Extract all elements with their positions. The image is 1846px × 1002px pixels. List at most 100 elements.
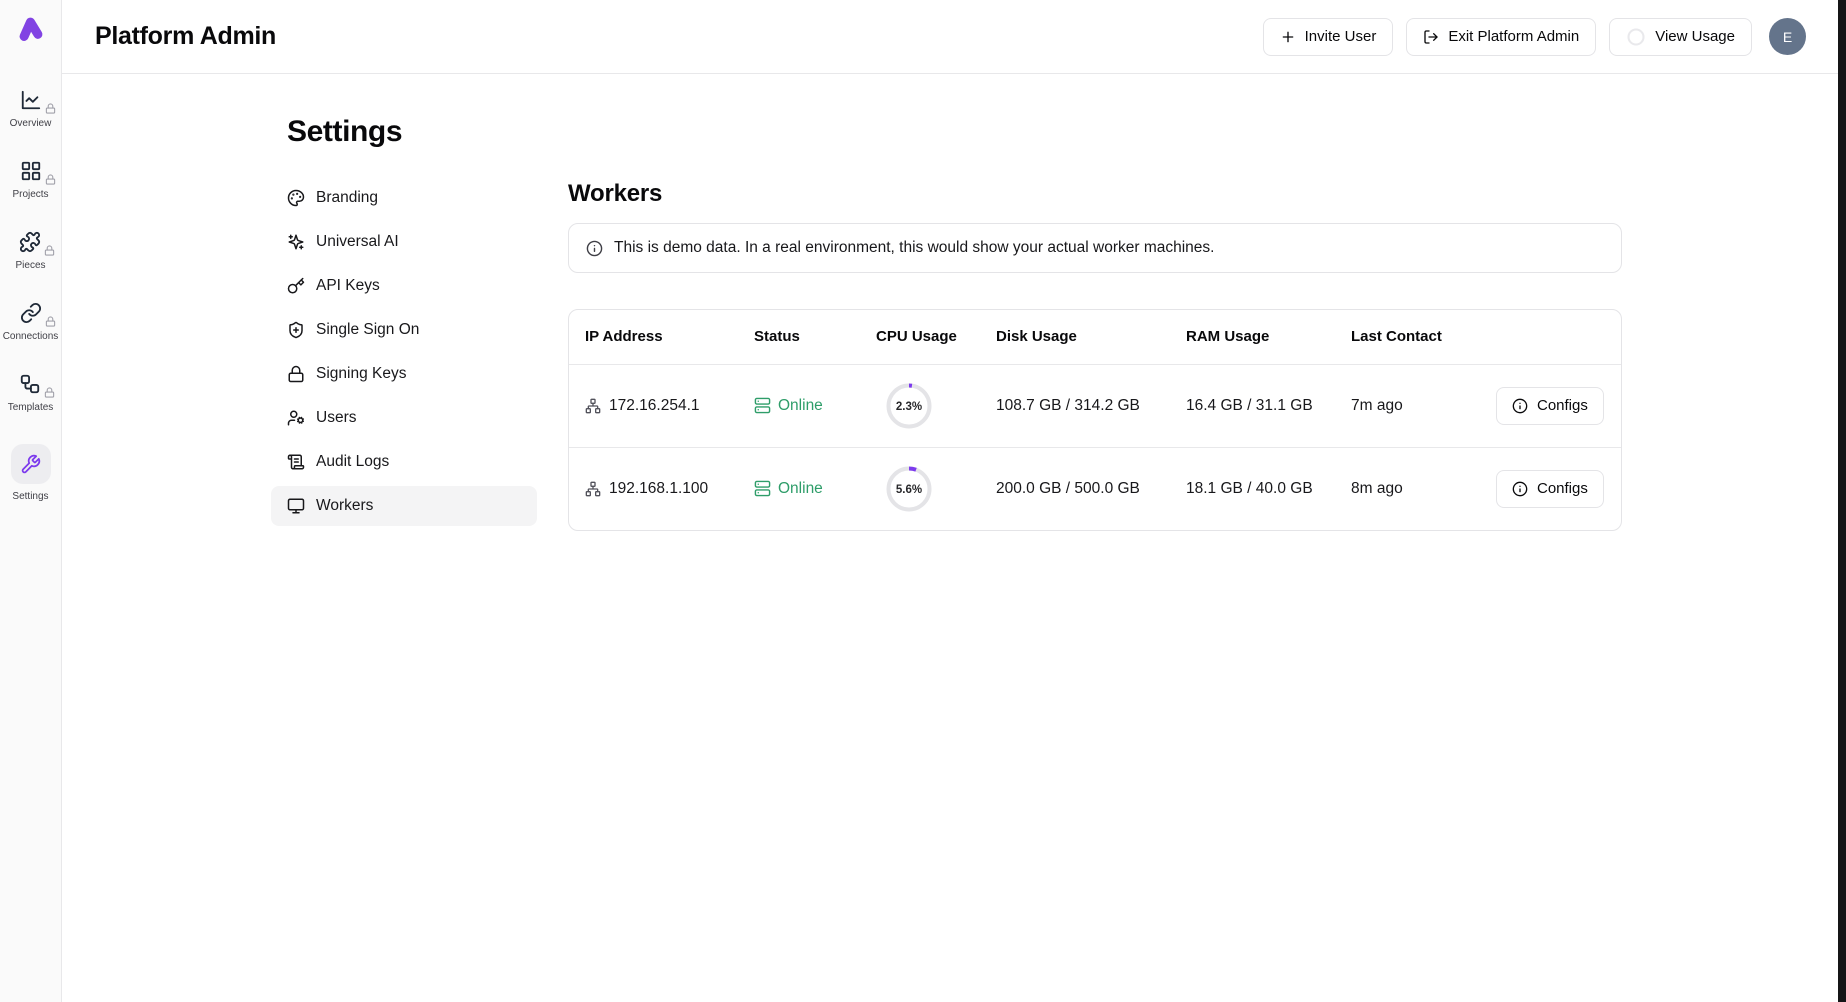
lock-badge-icon — [44, 387, 55, 398]
app-logo[interactable] — [13, 11, 49, 47]
settings-heading: Settings — [287, 115, 1846, 149]
settings-nav-users[interactable]: Users — [271, 398, 537, 438]
network-icon — [585, 398, 601, 414]
log-out-icon — [1423, 29, 1439, 45]
worker-ip: 172.16.254.1 — [609, 397, 700, 415]
worker-disk: 108.7 GB / 314.2 GB — [980, 364, 1170, 447]
sparkles-icon — [287, 233, 305, 251]
lock-badge-icon — [45, 174, 56, 185]
banner-text: This is demo data. In a real environment… — [614, 239, 1214, 257]
app-sidebar: Overview Projects Pieces — [0, 0, 62, 1002]
column-header-status: Status — [738, 310, 860, 364]
sidebar-item-pieces[interactable]: Pieces — [15, 231, 45, 271]
sidebar-item-settings[interactable]: Settings — [11, 444, 51, 502]
worker-ip: 192.168.1.100 — [609, 480, 708, 498]
demo-data-banner: This is demo data. In a real environment… — [568, 223, 1622, 273]
settings-nav-label: Universal AI — [316, 233, 399, 251]
settings-page: Settings Branding Universal AI API Keys — [62, 74, 1846, 1002]
workflow-icon — [19, 373, 41, 395]
user-avatar[interactable]: E — [1769, 18, 1806, 55]
worker-last-contact: 8m ago — [1335, 447, 1480, 530]
cpu-usage-ring: 2.3% — [886, 383, 932, 429]
link-icon — [20, 302, 42, 324]
network-icon — [585, 481, 601, 497]
settings-nav-api-keys[interactable]: API Keys — [271, 266, 537, 306]
column-header-disk: Disk Usage — [980, 310, 1170, 364]
configs-button[interactable]: Configs — [1496, 387, 1604, 425]
exit-platform-admin-button[interactable]: Exit Platform Admin — [1406, 18, 1596, 56]
settings-nav-label: Signing Keys — [316, 365, 406, 383]
column-header-ip: IP Address — [569, 310, 738, 364]
settings-nav: Branding Universal AI API Keys Single Si… — [271, 178, 537, 531]
sidebar-item-templates[interactable]: Templates — [8, 373, 54, 413]
scroll-text-icon — [287, 453, 305, 471]
main-area: Platform Admin Invite User Exit Platform… — [62, 0, 1846, 1002]
server-icon — [754, 480, 771, 497]
key-icon — [287, 277, 305, 295]
sidebar-nav: Overview Projects Pieces — [3, 89, 59, 502]
palette-icon — [287, 189, 305, 207]
settings-nav-audit-logs[interactable]: Audit Logs — [271, 442, 537, 482]
settings-nav-label: API Keys — [316, 277, 380, 295]
user-cog-icon — [287, 409, 305, 427]
sidebar-item-label: Overview — [10, 118, 52, 129]
lock-badge-icon — [45, 103, 56, 114]
cpu-usage-ring: 5.6% — [886, 466, 932, 512]
settings-nav-label: Audit Logs — [316, 453, 389, 471]
workers-panel: Workers This is demo data. In a real env… — [568, 178, 1622, 531]
view-usage-button[interactable]: View Usage — [1609, 18, 1752, 56]
shield-plus-icon — [287, 321, 305, 339]
settings-nav-label: Users — [316, 409, 356, 427]
info-icon — [1512, 398, 1528, 414]
lock-badge-icon — [45, 316, 56, 327]
workers-heading: Workers — [568, 180, 1622, 208]
puzzle-icon — [19, 231, 41, 253]
status-badge: Online — [754, 397, 852, 415]
activepieces-logo-icon — [14, 12, 48, 46]
worker-row[interactable]: 192.168.1.100 Online — [569, 447, 1621, 530]
monitor-icon — [287, 497, 305, 515]
sidebar-item-overview[interactable]: Overview — [10, 89, 52, 129]
window-edge — [1838, 0, 1846, 1002]
sidebar-item-projects[interactable]: Projects — [12, 160, 48, 200]
svg-text:5.6%: 5.6% — [896, 484, 922, 496]
platform-admin-app: Overview Projects Pieces — [0, 0, 1846, 1002]
configs-button[interactable]: Configs — [1496, 470, 1604, 508]
sidebar-item-label: Settings — [12, 491, 48, 502]
worker-ram: 16.4 GB / 31.1 GB — [1170, 364, 1335, 447]
usage-progress-circle-icon — [1626, 27, 1646, 47]
sidebar-item-label: Templates — [8, 402, 54, 413]
sidebar-item-label: Connections — [3, 331, 59, 342]
worker-ram: 18.1 GB / 40.0 GB — [1170, 447, 1335, 530]
workers-table-card: IP Address Status CPU Usage Disk Usage R… — [568, 309, 1622, 531]
status-badge: Online — [754, 480, 852, 498]
grid-icon — [20, 160, 42, 182]
settings-nav-signing-keys[interactable]: Signing Keys — [271, 354, 537, 394]
settings-nav-branding[interactable]: Branding — [271, 178, 537, 218]
sidebar-item-connections[interactable]: Connections — [3, 302, 59, 342]
avatar-initial: E — [1783, 29, 1792, 45]
page-title: Platform Admin — [95, 22, 276, 51]
wrench-icon — [11, 444, 51, 484]
column-header-ram: RAM Usage — [1170, 310, 1335, 364]
sidebar-item-label: Pieces — [15, 260, 45, 271]
settings-nav-universal-ai[interactable]: Universal AI — [271, 222, 537, 262]
worker-row[interactable]: 172.16.254.1 Online — [569, 364, 1621, 447]
settings-nav-label: Branding — [316, 189, 378, 207]
settings-nav-single-sign-on[interactable]: Single Sign On — [271, 310, 537, 350]
column-header-cpu: CPU Usage — [860, 310, 980, 364]
column-header-last-contact: Last Contact — [1335, 310, 1480, 364]
settings-nav-label: Single Sign On — [316, 321, 419, 339]
worker-last-contact: 7m ago — [1335, 364, 1480, 447]
invite-user-button[interactable]: Invite User — [1263, 18, 1394, 56]
settings-nav-label: Workers — [316, 497, 373, 515]
table-header-row: IP Address Status CPU Usage Disk Usage R… — [569, 310, 1621, 364]
info-icon — [586, 240, 603, 257]
settings-nav-workers[interactable]: Workers — [271, 486, 537, 526]
worker-disk: 200.0 GB / 500.0 GB — [980, 447, 1170, 530]
plus-icon — [1280, 29, 1296, 45]
line-chart-icon — [20, 89, 42, 111]
info-icon — [1512, 481, 1528, 497]
server-icon — [754, 397, 771, 414]
workers-table: IP Address Status CPU Usage Disk Usage R… — [569, 310, 1621, 530]
